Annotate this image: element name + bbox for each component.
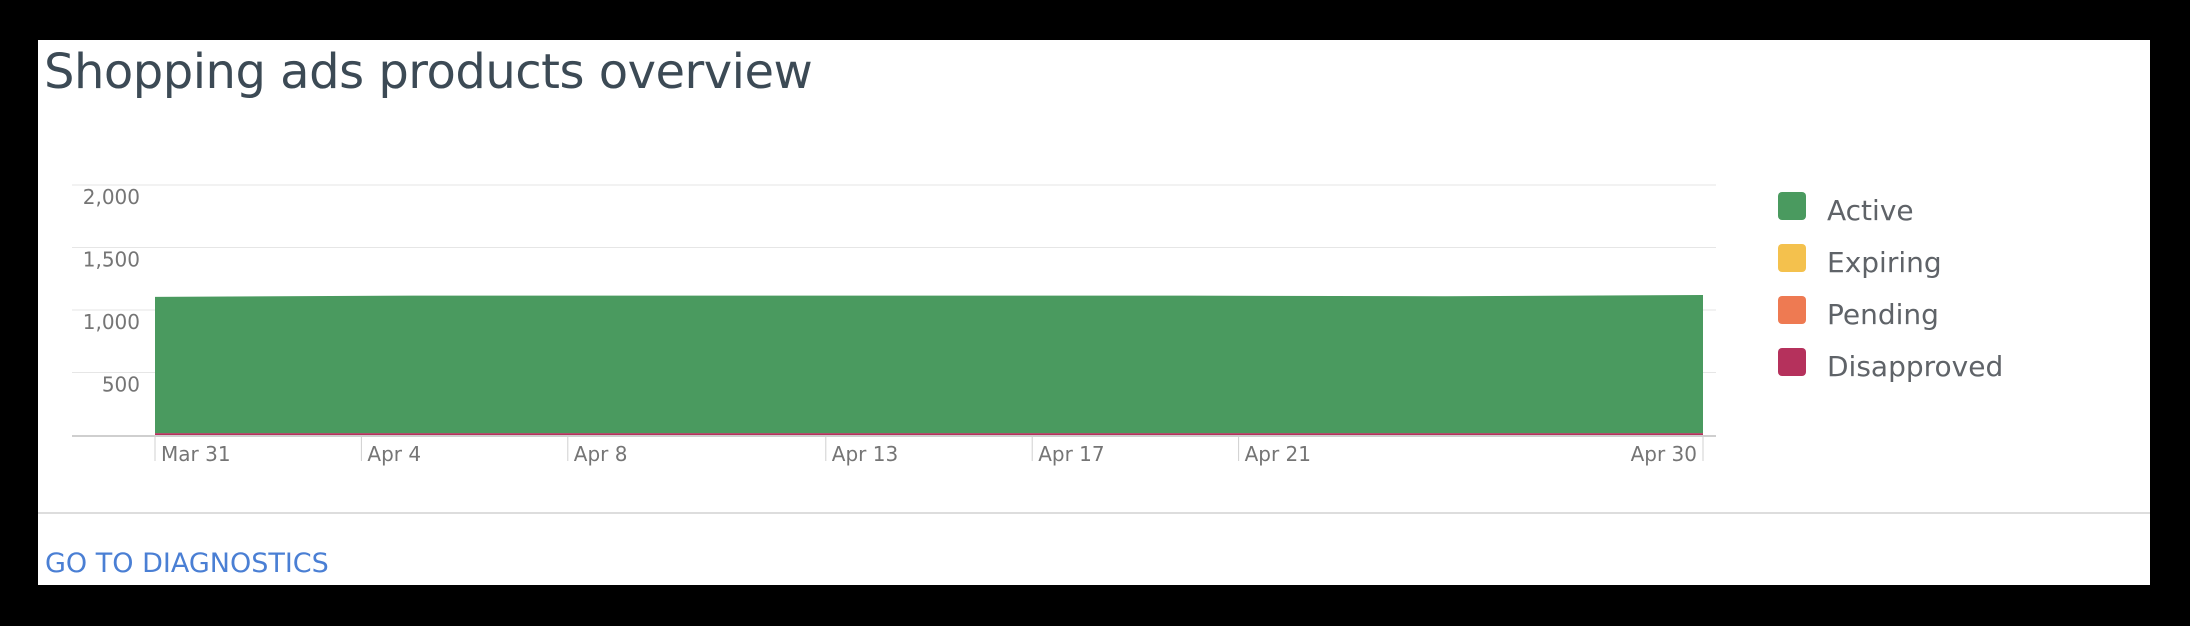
legend-item-active[interactable]: Active	[1778, 192, 2038, 244]
area-disapproved	[155, 433, 1703, 435]
legend-label: Active	[1827, 194, 1914, 227]
x-tick-label: Apr 30	[1631, 442, 1697, 466]
legend-label: Pending	[1827, 298, 1939, 331]
x-tick-label: Apr 13	[832, 442, 898, 466]
chart-legend: Active Expiring Pending Disapproved	[1778, 192, 2038, 400]
legend-swatch	[1778, 192, 1806, 220]
x-tick-label: Apr 8	[574, 442, 628, 466]
x-tick-label: Apr 4	[367, 442, 421, 466]
legend-swatch	[1778, 244, 1806, 272]
legend-label: Disapproved	[1827, 350, 2004, 383]
y-tick-label: 1,000	[83, 310, 140, 334]
legend-item-pending[interactable]: Pending	[1778, 296, 2038, 348]
divider	[38, 512, 2150, 514]
y-tick-label: 1,500	[83, 248, 140, 272]
legend-swatch	[1778, 348, 1806, 376]
legend-item-expiring[interactable]: Expiring	[1778, 244, 2038, 296]
y-tick-label: 2,000	[83, 185, 140, 209]
products-overview-card: Shopping ads products overview 500 1,000 1…	[38, 40, 2150, 585]
area-layer	[155, 295, 1703, 435]
x-tick-label: Mar 31	[161, 442, 231, 466]
area-active	[155, 295, 1703, 434]
y-tick-label: 500	[102, 373, 140, 397]
legend-swatch	[1778, 296, 1806, 324]
x-tick-label: Apr 17	[1038, 442, 1104, 466]
legend-item-disapproved[interactable]: Disapproved	[1778, 348, 2038, 400]
legend-label: Expiring	[1827, 246, 1942, 279]
x-tick-label: Apr 21	[1245, 442, 1311, 466]
go-to-diagnostics-link[interactable]: GO TO DIAGNOSTICS	[45, 548, 329, 579]
